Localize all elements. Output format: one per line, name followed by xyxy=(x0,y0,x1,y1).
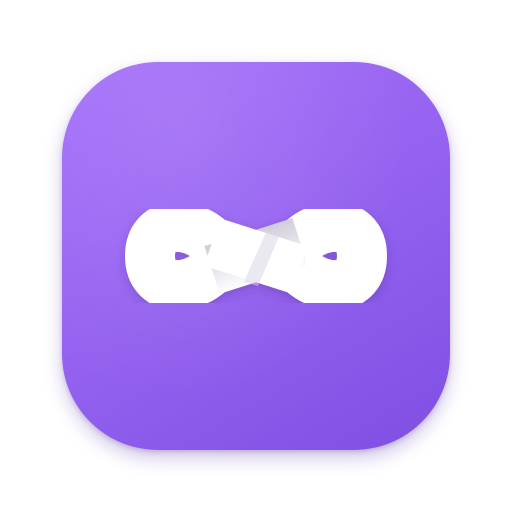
infinity-icon xyxy=(124,201,388,311)
icon-canvas xyxy=(0,0,512,512)
app-icon[interactable] xyxy=(62,62,450,450)
infinity-left-loop xyxy=(124,201,237,311)
infinity-right-loop xyxy=(275,201,388,311)
